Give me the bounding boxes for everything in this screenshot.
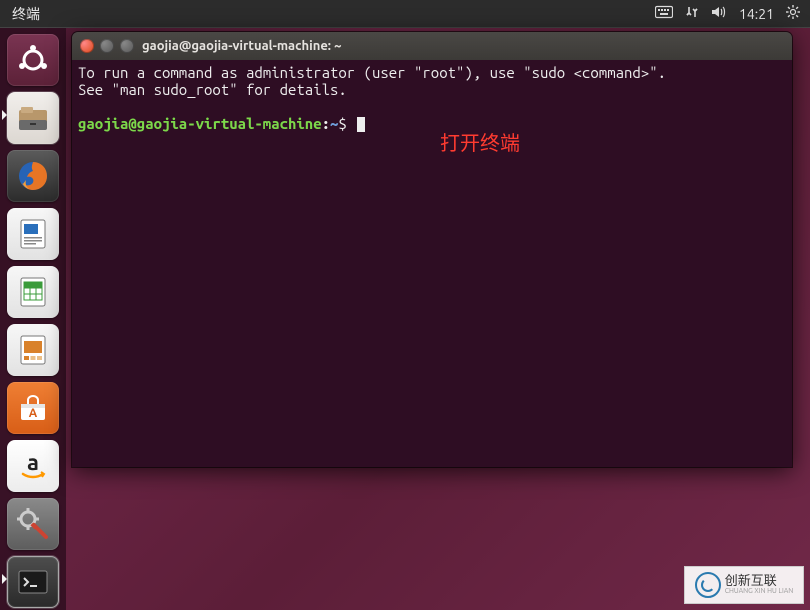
terminal-output-line: To run a command as administrator (user … [78,64,666,81]
top-menubar: 终端 14:21 [0,0,810,28]
files-launcher[interactable] [7,92,59,144]
terminal-window: gaojia@gaojia-virtual-machine: ~ To run … [72,32,792,467]
terminal-launcher[interactable] [7,556,59,608]
sound-icon[interactable] [711,5,727,22]
active-app-name: 终端 [6,4,46,24]
dash-launcher[interactable] [7,34,59,86]
libreoffice-calc-launcher[interactable] [7,266,59,318]
ubuntu-software-launcher[interactable]: A [7,382,59,434]
watermark: 创新互联 CHUANG XIN HU LIAN [684,566,804,604]
unity-launcher: A a [0,28,66,610]
watermark-logo-icon [695,572,721,598]
terminal-cursor [357,117,365,132]
firefox-launcher[interactable] [7,150,59,202]
amazon-icon: a [15,448,51,484]
firefox-icon [13,156,53,196]
annotation-label: 打开终端 [440,136,520,153]
settings-icon [14,505,52,543]
svg-text:A: A [29,407,38,420]
system-tray: 14:21 [655,5,804,22]
svg-text:a: a [27,450,39,475]
network-icon[interactable] [685,5,699,22]
window-titlebar[interactable]: gaojia@gaojia-virtual-machine: ~ [72,32,792,60]
system-settings-launcher[interactable] [7,498,59,550]
writer-icon [15,216,51,252]
calc-icon [15,274,51,310]
files-icon [15,100,51,136]
window-close-button[interactable] [80,39,94,53]
libreoffice-impress-launcher[interactable] [7,324,59,376]
terminal-icon [15,564,51,600]
watermark-subtext: CHUANG XIN HU LIAN [725,588,794,595]
prompt-dollar: $ [338,115,346,132]
terminal-output-line: See "man sudo_root" for details. [78,81,347,98]
keyboard-icon[interactable] [655,5,673,22]
prompt-user: gaojia@gaojia-virtual-machine [78,115,322,132]
gear-icon[interactable] [786,5,800,22]
clock-time[interactable]: 14:21 [739,6,774,22]
amazon-launcher[interactable]: a [7,440,59,492]
software-center-icon: A [15,390,51,426]
window-title: gaojia@gaojia-virtual-machine: ~ [142,39,341,53]
libreoffice-writer-launcher[interactable] [7,208,59,260]
impress-icon [15,332,51,368]
window-maximize-button[interactable] [120,39,134,53]
terminal-body[interactable]: To run a command as administrator (user … [72,60,792,467]
window-minimize-button[interactable] [100,39,114,53]
ubuntu-logo-icon [16,43,50,77]
prompt-colon: : [322,115,330,132]
